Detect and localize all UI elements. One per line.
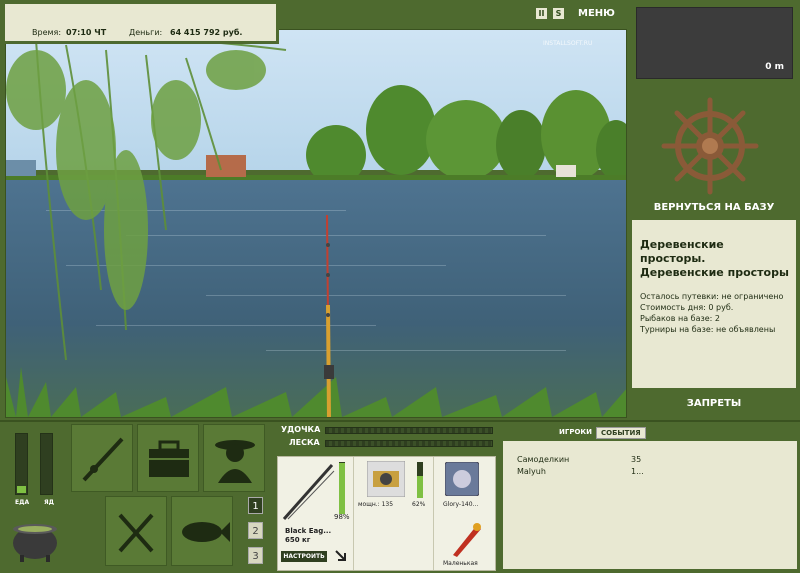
player-value: 1... xyxy=(631,467,644,476)
bans-button[interactable]: ЗАПРЕТЫ xyxy=(628,398,800,409)
tackle-box-tile[interactable] xyxy=(137,424,199,492)
tackle-slots: 98% Black Eag... 650 кг НАСТРОИТЬ мощн.:… xyxy=(277,456,496,571)
line-lure-slot[interactable]: Glory-140... Маленькая xyxy=(435,457,496,570)
player-value: 35 xyxy=(631,455,642,464)
players-list: Самоделкин 35 Malyuh 1... xyxy=(503,441,797,569)
reel-icon xyxy=(367,461,405,497)
catch-tile[interactable] xyxy=(171,496,233,566)
line-name: Glory-140... xyxy=(443,501,479,508)
return-to-base-button[interactable]: ВЕРНУТЬСЯ НА БАЗУ xyxy=(628,202,800,213)
rod-tile[interactable] xyxy=(71,424,133,492)
location-info: Деревенские просторы. Деревенские просто… xyxy=(632,220,796,388)
sound-button[interactable]: S xyxy=(553,8,564,19)
reel-percent: 62% xyxy=(412,501,426,508)
location-line: Рыбаков на базе: 2 xyxy=(640,314,720,323)
fisherman-tile[interactable] xyxy=(203,424,265,492)
menu-button[interactable]: МЕНЮ xyxy=(578,8,615,19)
reel-condition-fill xyxy=(417,475,423,498)
depth-value: 0 m xyxy=(765,62,784,72)
reel-power: мощн.: 135 xyxy=(358,501,394,508)
rod-strength-strip xyxy=(325,427,493,434)
fishing-scene[interactable] xyxy=(5,29,627,418)
tackle-box-icon xyxy=(149,440,189,477)
pause-button[interactable]: II xyxy=(536,8,547,19)
ship-wheel-icon[interactable] xyxy=(660,96,760,196)
time-label: Время: xyxy=(32,28,62,37)
fishing-rod[interactable] xyxy=(311,215,341,418)
poison-label: ЯД xyxy=(44,499,54,506)
poison-bar xyxy=(40,433,53,495)
location-line: Турниры на базе: не объявлены xyxy=(640,325,776,334)
tab-players[interactable]: ИГРОКИ xyxy=(555,427,596,437)
reel-slot[interactable]: мощн.: 135 62% xyxy=(355,457,434,570)
rod-slot[interactable]: 98% Black Eag... 650 кг НАСТРОИТЬ xyxy=(278,457,354,570)
cauldron-icon[interactable] xyxy=(10,515,60,563)
watermark: INSTALLSOFT.RU xyxy=(543,40,593,47)
eat-tile[interactable] xyxy=(105,496,167,566)
rod-capacity: 650 кг xyxy=(285,536,311,544)
players-tabs: ИГРОКИ СОБЫТИЯ xyxy=(503,424,797,441)
lure-icon xyxy=(453,523,481,557)
line-strength-label: ЛЕСКА xyxy=(289,438,320,447)
location-title: Деревенские просторы. Деревенские просто… xyxy=(640,238,789,279)
set-1-button[interactable]: 1 xyxy=(248,497,263,514)
rod-icon xyxy=(282,464,335,520)
set-2-button[interactable]: 2 xyxy=(248,522,263,539)
rod-name: Black Eag... xyxy=(285,527,332,535)
fishing-line-icon xyxy=(445,462,479,496)
food-bar xyxy=(15,433,28,495)
info-bar: Время: 07:10 ЧТ Деньги: 64 415 792 руб. xyxy=(5,4,279,44)
depth-display: 0 m xyxy=(636,7,793,79)
location-line: Осталось путевки: не ограничено xyxy=(640,292,784,301)
fish-icon xyxy=(182,522,230,542)
reel-condition-bar xyxy=(417,462,423,498)
lure-name: Маленькая xyxy=(443,560,478,567)
player-name: Самоделкин xyxy=(517,455,570,464)
money-value: 64 415 792 руб. xyxy=(170,28,243,37)
rod-strength-label: УДОЧКА xyxy=(281,425,321,434)
line-strength-strip xyxy=(325,440,493,447)
setup-button[interactable]: НАСТРОИТЬ xyxy=(281,551,327,562)
fishing-rod-icon xyxy=(82,437,124,482)
food-label: ЕДА xyxy=(15,499,30,506)
knife-fork-icon xyxy=(118,513,154,553)
food-bar-fill xyxy=(17,485,26,493)
time-value: 07:10 ЧТ xyxy=(66,28,107,37)
money-label: Деньги: xyxy=(129,28,163,37)
rod-percent: 98% xyxy=(334,513,350,521)
player-name: Malyuh xyxy=(517,467,546,476)
location-line: Стоимость дня: 0 руб. xyxy=(640,303,734,312)
arrow-down-right-icon[interactable] xyxy=(334,549,348,563)
rod-condition-bar xyxy=(339,462,345,514)
top-controls: II S МЕНЮ xyxy=(536,8,615,19)
set-3-button[interactable]: 3 xyxy=(248,547,263,564)
rod-condition-fill xyxy=(339,463,345,514)
fisherman-icon xyxy=(215,440,255,483)
tab-events[interactable]: СОБЫТИЯ xyxy=(596,427,646,439)
